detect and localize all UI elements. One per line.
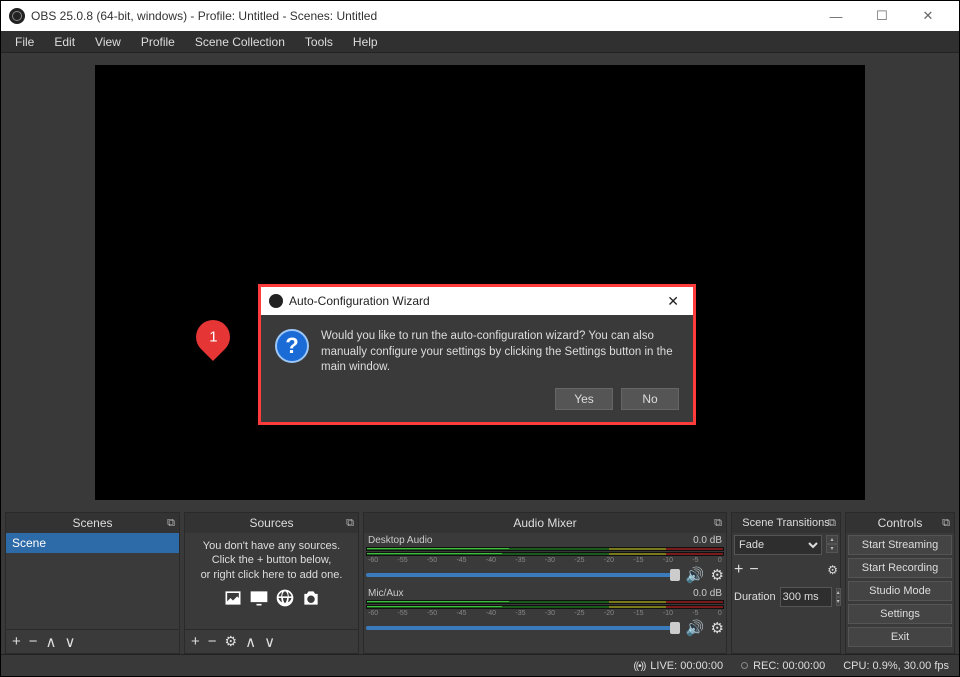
transition-add-button[interactable]: +	[734, 561, 743, 579]
sources-undock-icon[interactable]: ⧉	[346, 517, 354, 530]
dock-row: Scenes ⧉ Scene + − ∧ ∨ Sources ⧉ You don…	[1, 512, 959, 654]
menubar: File Edit View Profile Scene Collection …	[1, 31, 959, 53]
channel-db: 0.0 dB	[693, 535, 722, 546]
vu-meter	[366, 552, 724, 556]
transition-remove-button[interactable]: −	[749, 561, 758, 579]
auto-config-dialog: Auto-Configuration Wizard ✕ ? Would you …	[258, 284, 696, 425]
scenes-add-button[interactable]: +	[12, 633, 21, 650]
obs-logo-icon	[9, 8, 25, 24]
transitions-title: Scene Transitions	[742, 517, 829, 529]
dialog-message: Would you like to run the auto-configura…	[321, 329, 679, 376]
source-type-icons	[187, 588, 356, 608]
start-recording-button[interactable]: Start Recording	[848, 558, 952, 578]
sources-title: Sources	[249, 516, 293, 530]
duration-input[interactable]	[780, 587, 832, 607]
menu-scene-collection[interactable]: Scene Collection	[185, 33, 295, 51]
image-icon	[223, 588, 243, 608]
status-rec: REC: 00:00:00	[741, 660, 825, 672]
monitor-icon	[249, 588, 269, 608]
scene-item[interactable]: Scene	[6, 533, 179, 553]
record-icon	[741, 662, 748, 669]
volume-slider[interactable]	[366, 626, 680, 630]
mixer-undock-icon[interactable]: ⧉	[714, 517, 722, 530]
start-streaming-button[interactable]: Start Streaming	[848, 535, 952, 555]
dialog-no-button[interactable]: No	[621, 388, 679, 410]
callout-marker: 1	[196, 320, 256, 358]
mute-icon[interactable]: 🔊	[686, 566, 705, 584]
scenes-panel: Scenes ⧉ Scene + − ∧ ∨	[5, 512, 180, 654]
preview-area	[1, 53, 959, 512]
menu-tools[interactable]: Tools	[295, 33, 343, 51]
db-ticks: -60-55-50-45-40-35-30-25-20-15-10-50	[366, 557, 724, 564]
window-close-button[interactable]: ✕	[905, 2, 951, 30]
settings-button[interactable]: Settings	[848, 604, 952, 624]
dialog-title-text: Auto-Configuration Wizard	[289, 294, 430, 308]
sources-down-button[interactable]: ∨	[264, 633, 275, 651]
channel-name: Mic/Aux	[368, 588, 404, 599]
sources-remove-button[interactable]: −	[208, 633, 217, 650]
status-cpu: CPU: 0.9%, 30.00 fps	[843, 660, 949, 672]
window-minimize-button[interactable]: —	[813, 2, 859, 30]
dialog-yes-button[interactable]: Yes	[555, 388, 613, 410]
scenes-list[interactable]: Scene	[6, 533, 179, 629]
menu-profile[interactable]: Profile	[131, 33, 185, 51]
broadcast-icon	[633, 660, 645, 672]
scenes-undock-icon[interactable]: ⧉	[167, 517, 175, 530]
duration-label: Duration	[734, 591, 776, 603]
dialog-close-button[interactable]: ✕	[661, 293, 685, 310]
mixer-channel-desktop: Desktop Audio 0.0 dB -60-55-50-45-40-35-…	[366, 535, 724, 584]
vu-meter	[366, 600, 724, 604]
sources-panel: Sources ⧉ You don't have any sources. Cl…	[184, 512, 359, 654]
statusbar: LIVE: 00:00:00 REC: 00:00:00 CPU: 0.9%, …	[1, 654, 959, 676]
sources-add-button[interactable]: +	[191, 633, 200, 650]
transition-settings-icon[interactable]: ⚙	[827, 563, 838, 577]
channel-name: Desktop Audio	[368, 535, 433, 546]
vu-meter	[366, 605, 724, 609]
controls-title: Controls	[878, 516, 923, 530]
menu-edit[interactable]: Edit	[44, 33, 85, 51]
menu-file[interactable]: File	[5, 33, 44, 51]
obs-logo-icon	[269, 294, 283, 308]
window-title: OBS 25.0.8 (64-bit, windows) - Profile: …	[31, 9, 377, 23]
duration-spinner[interactable]: ▴▾	[836, 588, 841, 606]
preview-canvas[interactable]	[95, 65, 865, 500]
transitions-panel: Scene Transitions ⧉ Fade ▴▾ + − ⚙	[731, 512, 841, 654]
question-icon: ?	[275, 329, 309, 363]
camera-icon	[301, 588, 321, 608]
sources-up-button[interactable]: ∧	[245, 633, 256, 651]
sources-list[interactable]: You don't have any sources. Click the + …	[185, 533, 358, 629]
volume-slider[interactable]	[366, 573, 680, 577]
status-live: LIVE: 00:00:00	[633, 660, 723, 672]
mixer-title: Audio Mixer	[513, 516, 576, 530]
studio-mode-button[interactable]: Studio Mode	[848, 581, 952, 601]
sources-properties-button[interactable]: ⚙	[225, 633, 238, 650]
db-ticks: -60-55-50-45-40-35-30-25-20-15-10-50	[366, 610, 724, 617]
menu-help[interactable]: Help	[343, 33, 388, 51]
mixer-channel-mic: Mic/Aux 0.0 dB -60-55-50-45-40-35-30-25-…	[366, 588, 724, 637]
channel-db: 0.0 dB	[693, 588, 722, 599]
scenes-title: Scenes	[72, 516, 112, 530]
scenes-remove-button[interactable]: −	[29, 633, 38, 650]
window-maximize-button[interactable]: ☐	[859, 2, 905, 30]
dialog-titlebar: Auto-Configuration Wizard ✕	[261, 287, 693, 315]
controls-panel: Controls ⧉ Start Streaming Start Recordi…	[845, 512, 955, 654]
transition-spinner[interactable]: ▴▾	[826, 535, 838, 555]
transitions-undock-icon[interactable]: ⧉	[828, 517, 836, 530]
mute-icon[interactable]: 🔊	[686, 619, 705, 637]
menu-view[interactable]: View	[85, 33, 131, 51]
scenes-down-button[interactable]: ∨	[65, 633, 76, 651]
transition-select[interactable]: Fade	[734, 535, 822, 555]
audio-mixer-panel: Audio Mixer ⧉ Desktop Audio 0.0 dB -60-5…	[363, 512, 727, 654]
controls-undock-icon[interactable]: ⧉	[942, 517, 950, 530]
scenes-up-button[interactable]: ∧	[46, 633, 57, 651]
window-titlebar: OBS 25.0.8 (64-bit, windows) - Profile: …	[1, 1, 959, 31]
callout-number: 1	[209, 329, 217, 346]
vu-meter	[366, 547, 724, 551]
globe-icon	[275, 588, 295, 608]
exit-button[interactable]: Exit	[848, 627, 952, 647]
channel-settings-icon[interactable]: ⚙	[711, 619, 724, 637]
sources-empty-text: You don't have any sources. Click the + …	[187, 535, 356, 588]
channel-settings-icon[interactable]: ⚙	[711, 566, 724, 584]
